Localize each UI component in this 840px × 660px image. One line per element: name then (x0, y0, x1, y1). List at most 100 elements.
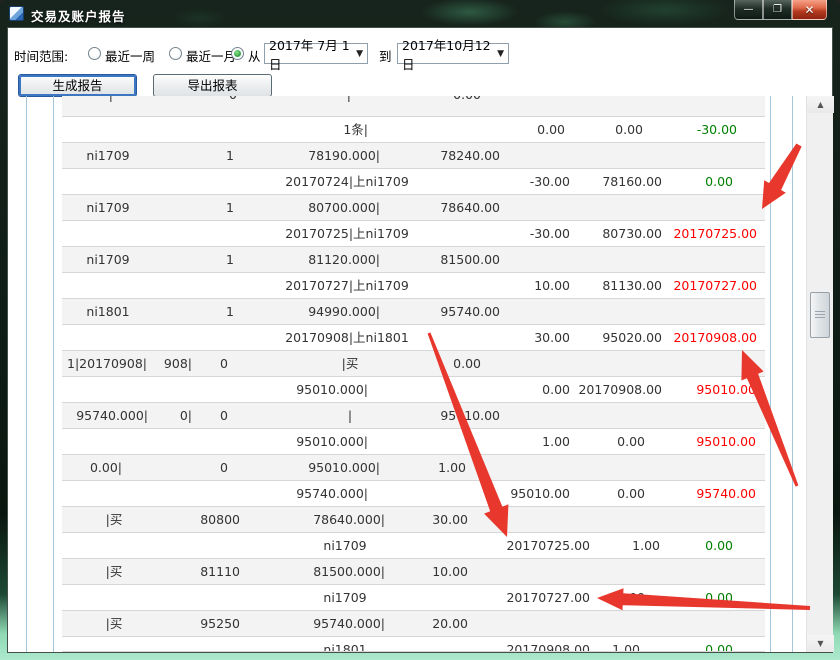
table-cell: 0.00 (542, 377, 570, 402)
table-cell: 95740.000| (76, 403, 148, 428)
table-cell: |买 (106, 611, 123, 636)
maximize-button[interactable]: ❐ (763, 0, 792, 20)
table-cell: | (348, 403, 352, 428)
time-range-label: 时间范围: (14, 46, 68, 65)
table-cell: 0.00| (90, 455, 122, 480)
table-row[interactable]: 20170727|上ni170910.0081130.0020170727.00 (62, 273, 765, 299)
scroll-up-icon[interactable]: ▲ (807, 96, 834, 113)
table-cell: 20170908.00 (673, 325, 757, 350)
table-cell: 81500.000| (313, 559, 385, 584)
radio-last-week[interactable] (88, 47, 101, 60)
table-cell: 95250 (200, 611, 240, 636)
table-row[interactable]: ni170920170725.001.000.00 (62, 533, 765, 559)
table-row[interactable]: 1|20170908|908|0|买0.00 (62, 351, 765, 377)
table-cell: 0.00 (453, 351, 481, 376)
radio-from-label[interactable]: 从 (248, 46, 261, 65)
table-cell: 1.00 (438, 455, 466, 480)
table-row[interactable]: 20170724|上ni1709-30.0078160.000.00 (62, 169, 765, 195)
table-cell: 80730.00 (602, 221, 662, 246)
table-row[interactable]: |买8111081500.000|10.00 (62, 559, 765, 585)
minimize-button[interactable]: — (734, 0, 763, 20)
table-row[interactable]: 20170725|上ni1709-30.0080730.0020170725.0… (62, 221, 765, 247)
table-cell: 0.00 (705, 637, 733, 652)
table-cell: 95020.00 (602, 325, 662, 350)
radio-last-week-label[interactable]: 最近一周 (105, 46, 155, 65)
vertical-scrollbar[interactable]: ▲ ▼ (806, 96, 833, 652)
report-window: 交易及账户报告 — ❐ ✕ 时间范围: 最近一周 最近一月 从 2017年 7月… (0, 0, 840, 660)
table-row[interactable]: |买9525095740.000|20.00 (62, 611, 765, 637)
scrollbar-thumb[interactable] (810, 292, 830, 338)
table-row[interactable]: ni170920170727.001.000.00 (62, 585, 765, 611)
table-cell: 78240.00 (440, 143, 500, 168)
table-cell: 1 (226, 143, 234, 168)
date-to-dropdown[interactable]: 2017年10月12日 ▼ (397, 43, 509, 64)
table-cell: |买 (106, 559, 123, 584)
table-cell: 95010.000| (296, 377, 368, 402)
table-cell: 0.00 (617, 429, 645, 454)
table-cell: 95740.000| (313, 611, 385, 636)
table-cell: 0| (180, 403, 192, 428)
scroll-down-icon[interactable]: ▼ (807, 635, 834, 652)
table-row[interactable]: 95010.000|1.000.0095010.00 (62, 429, 765, 455)
table-row[interactable]: 95740.000|95010.000.0095740.00 (62, 481, 765, 507)
date-to-value: 2017年10月12日 (402, 35, 491, 73)
table-row[interactable]: ni1709180700.000|78640.00 (62, 195, 765, 221)
table-cell: | (347, 96, 351, 107)
table-cell: 10.00 (432, 559, 468, 584)
table-row[interactable]: 20170908|上ni180130.0095020.0020170908.00 (62, 325, 765, 351)
table-cell: 1 (226, 299, 234, 324)
table-cell: 81500.00 (440, 247, 500, 272)
table-row[interactable]: ni1709178190.000|78240.00 (62, 143, 765, 169)
radio-last-month[interactable] (169, 47, 182, 60)
export-report-button[interactable]: 导出报表 (153, 74, 272, 97)
date-from-dropdown[interactable]: 2017年 7月 1日 ▼ (264, 43, 368, 64)
table-cell: 0.00 (615, 117, 643, 142)
table-cell: 95010.000| (296, 429, 368, 454)
table-cell: 80700.000| (308, 195, 380, 220)
to-label: 到 (379, 46, 392, 65)
table-cell: -30.00 (530, 169, 570, 194)
table-cell: 20170908|上ni1801 (285, 325, 409, 350)
grid-vertical-line (770, 96, 771, 652)
table-cell: 95740.000| (296, 481, 368, 506)
table-cell: 20170908.00 (578, 377, 662, 402)
grid-rows: |0|0.001条|0.000.00-30.00ni1709178190.000… (62, 96, 765, 652)
table-cell: 0 (220, 403, 228, 428)
table-cell: 1 (226, 195, 234, 220)
table-row[interactable]: 1条|0.000.00-30.00 (62, 117, 765, 143)
table-cell: 81130.00 (602, 273, 662, 298)
table-row[interactable]: 95010.000| 0.00 20170908.00 95010.00 (62, 377, 765, 403)
table-cell: 0.00 (705, 533, 733, 558)
table-row[interactable]: |买8080078640.000|30.00 (62, 507, 765, 533)
generate-report-button[interactable]: 生成报告 (18, 74, 137, 97)
scrollbar-grip (815, 311, 825, 312)
radio-from[interactable] (231, 47, 244, 60)
table-cell: 95010.00 (696, 377, 756, 402)
grid-vertical-line (53, 96, 54, 652)
table-row[interactable]: |0|0.00 (62, 96, 765, 117)
radio-last-month-label[interactable]: 最近一月 (186, 46, 236, 65)
table-row[interactable]: ni180120170908.001.000.00 (62, 637, 765, 652)
table-row[interactable]: 0.00|095010.000|1.00 (62, 455, 765, 481)
table-cell: 20170908.00 (506, 637, 590, 652)
table-cell: 20170725.00 (506, 533, 590, 558)
table-row[interactable]: ni1709181120.000|81500.00 (62, 247, 765, 273)
table-cell: 78640.000| (313, 507, 385, 532)
table-cell: 10.00 (534, 273, 570, 298)
table-cell: 0.00 (705, 169, 733, 194)
table-cell: 0.00 (617, 481, 645, 506)
table-cell: 0 (229, 96, 237, 107)
table-row[interactable]: 95740.000|0|0|95010.00 (62, 403, 765, 429)
table-cell: 1|20170908| (67, 351, 147, 376)
table-cell: 0 (220, 351, 228, 376)
table-cell: ni1709 (86, 195, 129, 220)
table-cell: ni1801 (86, 299, 129, 324)
table-row[interactable]: ni1801194990.000|95740.00 (62, 299, 765, 325)
table-cell: 30.00 (432, 507, 468, 532)
table-cell: ni1801 (323, 637, 366, 652)
table-cell: 20170727|上ni1709 (285, 273, 409, 298)
chevron-down-icon: ▼ (491, 49, 504, 59)
title-bar[interactable]: 交易及账户报告 — ❐ ✕ (0, 0, 840, 28)
table-cell: 95740.00 (696, 481, 756, 506)
close-button[interactable]: ✕ (792, 0, 827, 20)
